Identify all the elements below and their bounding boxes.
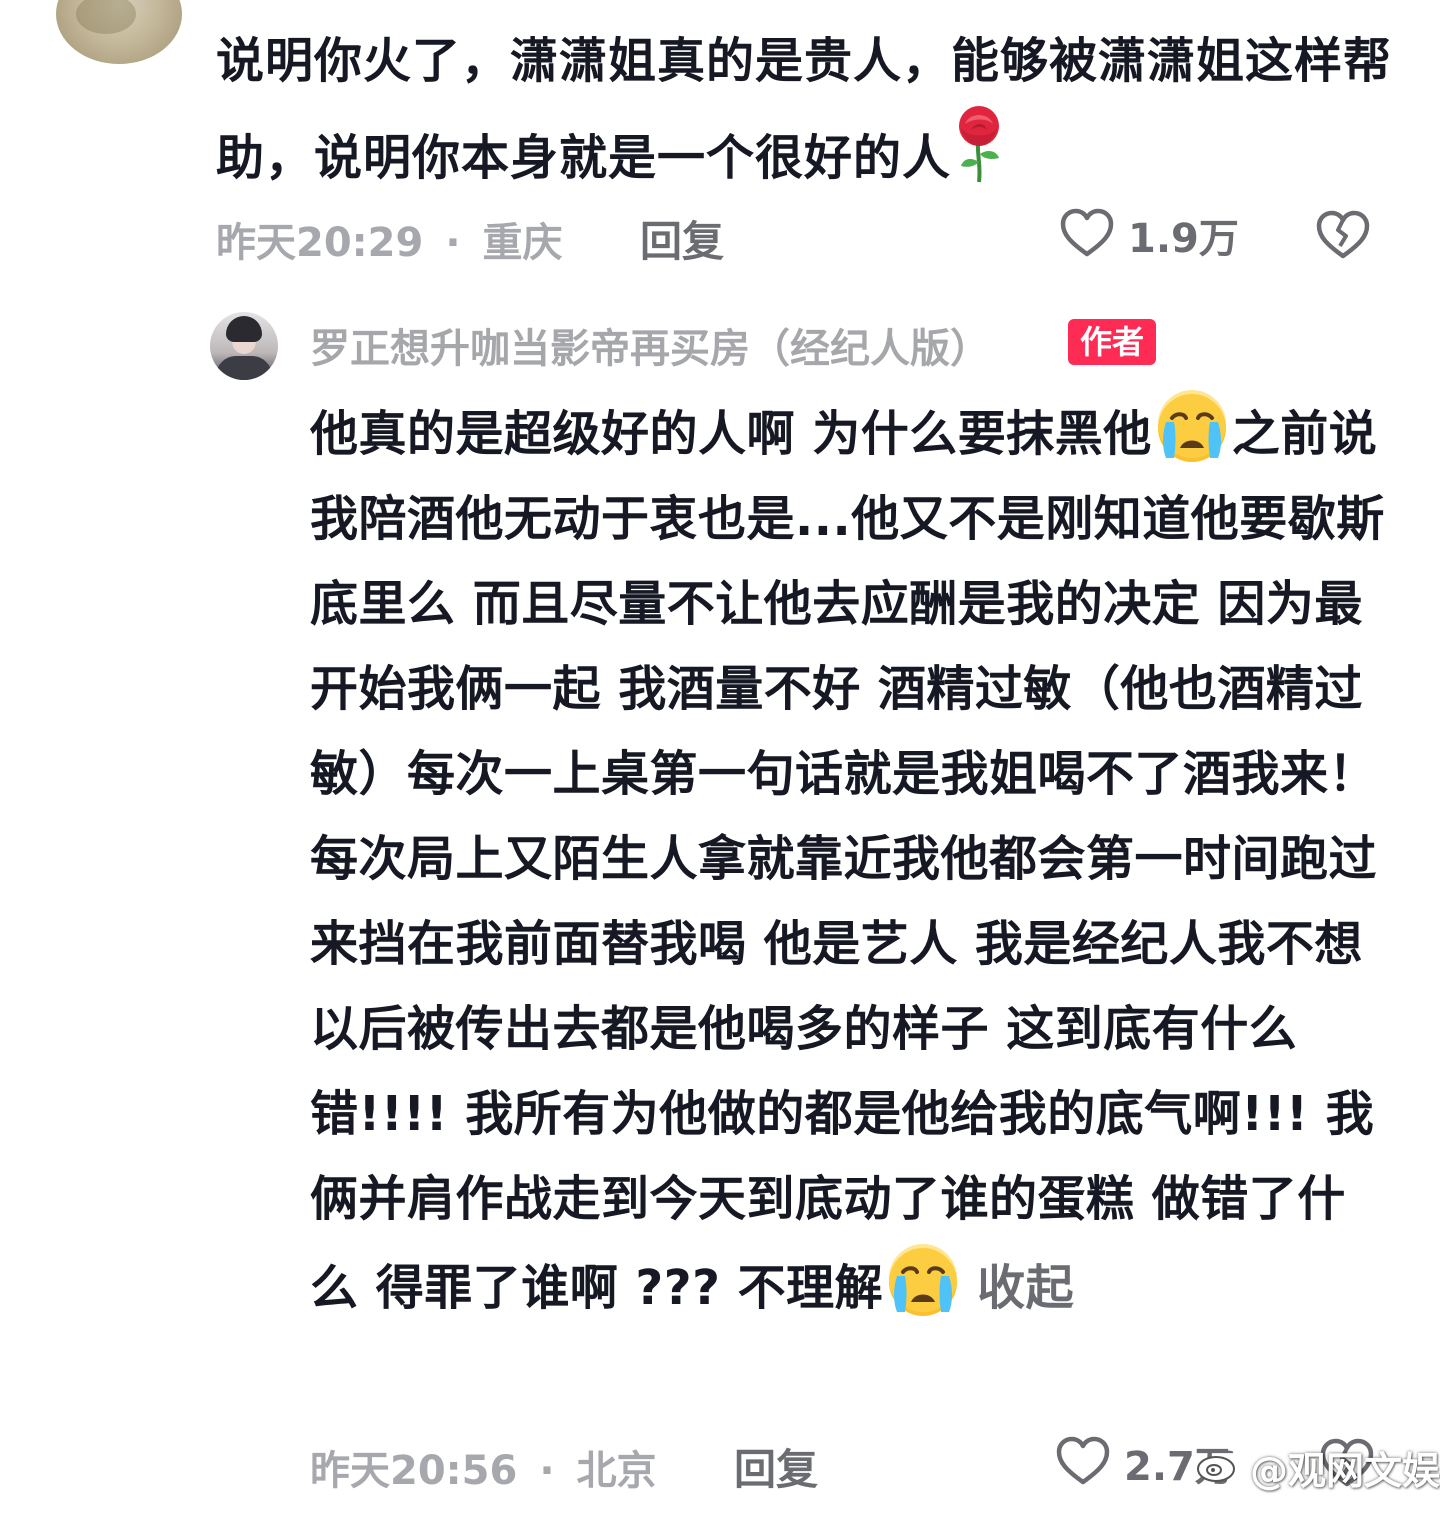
watermark: @观网文娱 [1196, 1440, 1440, 1495]
like-button[interactable]: 1.9万 [1058, 204, 1239, 266]
meta-separator: · [445, 220, 461, 266]
collapse-button[interactable]: 收起 [977, 1260, 1074, 1316]
reply-location: 北京 [576, 1448, 657, 1494]
author-badge: 作者 [1068, 319, 1157, 365]
commenter-avatar[interactable] [56, 0, 182, 64]
weibo-logo-icon [1196, 1443, 1250, 1492]
comment-feed: 说明你火了，潇潇姐真的是贵人，能够被潇潇姐这样帮助，说明你本身就是一个很好的人 … [0, 0, 1440, 1520]
comment-text: 说明你火了，潇潇姐真的是贵人，能够被潇潇姐这样帮助，说明你本身就是一个很好的人 [216, 33, 1393, 186]
reply-time: 昨天20:56 [310, 1448, 518, 1494]
heart-icon [1054, 1432, 1112, 1494]
rose-icon [951, 104, 1007, 184]
author-avatar[interactable] [210, 312, 278, 380]
reply-text: 他真的是超级好的人啊 为什么要抹黑他 之前说我陪酒他无动于衷也是...他又不是刚… [310, 388, 1390, 1331]
meta-separator: · [539, 1448, 555, 1494]
reply-meta: 昨天20:56 · 北京 [310, 1438, 657, 1496]
heart-icon [1058, 204, 1116, 266]
watermark-text: @观网文娱 [1250, 1449, 1440, 1493]
author-name[interactable]: 罗正想升咖当影帝再买房（经纪人版） [310, 316, 990, 374]
crying-face-icon [1152, 388, 1232, 468]
reply-button[interactable]: 回复 [734, 1436, 818, 1497]
comment-location: 重庆 [482, 220, 563, 266]
crying-face-icon [883, 1242, 963, 1322]
reply-button[interactable]: 回复 [640, 208, 724, 269]
like-count: 1.9万 [1128, 216, 1239, 262]
comment-time: 昨天20:29 [216, 220, 424, 266]
comment-meta: 昨天20:29 · 重庆 [216, 210, 563, 268]
broken-heart-icon[interactable] [1314, 206, 1372, 266]
